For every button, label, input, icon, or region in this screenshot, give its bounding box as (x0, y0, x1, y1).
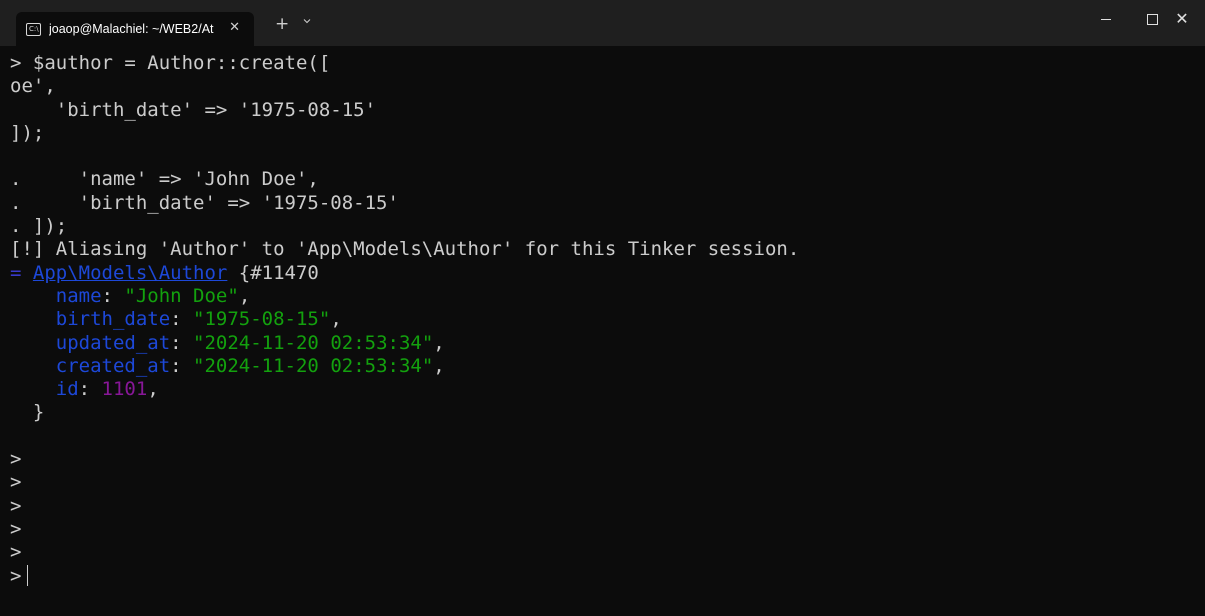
field-value: "2024-11-20 02:53:34" (193, 354, 434, 377)
terminal-line: ]); (10, 121, 45, 144)
result-field: updated_at: "2024-11-20 02:53:34", (55, 331, 445, 354)
prompt-line: > (0, 448, 1205, 471)
terminal-line: . 'name' => 'John Doe', (10, 168, 319, 191)
field-separator: : (170, 331, 194, 354)
field-value: "2024-11-20 02:53:34" (193, 331, 434, 354)
prompt-line: > (0, 541, 1205, 564)
field-separator: : (170, 354, 194, 377)
prompt-line: > (0, 518, 1205, 541)
field-separator: : (170, 308, 194, 331)
terminal-line: [!] Aliasing 'Author' to 'App\Models\Aut… (10, 238, 800, 261)
close-icon[interactable]: ✕ (229, 20, 240, 36)
class-link[interactable]: App\Models\Author (33, 262, 227, 284)
prompt-line: > (0, 471, 1205, 494)
prompt-symbol: > (10, 564, 22, 587)
chevron-down-icon[interactable] (303, 17, 311, 25)
terminal-line: . 'birth_date' => '1975-08-15' (10, 191, 399, 214)
result-header: = App\Models\Author {#11470 (0, 262, 1205, 285)
title-bar: C:\ joaop@Malachiel: ~/WEB2/At ✕ + ✕ (0, 0, 1205, 46)
field-key: created_at (55, 354, 171, 377)
terminal-line: . ]); (10, 215, 68, 238)
field-separator: : (101, 284, 125, 307)
object-id: {#11470 (227, 261, 319, 284)
terminal-line: > $author = Author::create([ (10, 52, 331, 74)
terminal-line: oe', (10, 75, 56, 98)
prompt-symbol: > (10, 541, 22, 564)
field-value: "1975-08-15" (193, 308, 331, 331)
terminal-window: C:\ joaop@Malachiel: ~/WEB2/At ✕ + ✕ > $… (0, 0, 1205, 616)
prompt-symbol: > (10, 517, 22, 540)
result-field: name: "John Doe", (55, 284, 251, 307)
plus-icon[interactable]: + (275, 14, 289, 34)
terminal-icon: C:\ (26, 22, 41, 36)
result-prefix: = (10, 261, 33, 284)
text-cursor (27, 564, 29, 586)
field-value: 1101 (101, 378, 148, 401)
prompt-symbol: > (10, 494, 22, 517)
result-field: id: 1101, (55, 378, 159, 401)
result-field: created_at: "2024-11-20 02:53:34", (55, 354, 445, 377)
prompt-symbol: > (10, 448, 22, 471)
field-key: updated_at (55, 331, 171, 354)
prompt-symbol: > (10, 471, 22, 494)
result-field: birth_date: "1975-08-15", (55, 308, 342, 331)
field-separator: : (78, 378, 102, 401)
close-icon[interactable]: ✕ (1159, 0, 1205, 38)
tab-active[interactable]: C:\ joaop@Malachiel: ~/WEB2/At ✕ (16, 12, 254, 46)
tab-title: joaop@Malachiel: ~/WEB2/At (49, 22, 214, 36)
field-key: id (55, 378, 79, 401)
prompt-line: > (0, 495, 1205, 518)
terminal-line: 'birth_date' => '1975-08-15' (10, 98, 377, 121)
terminal-output[interactable]: > $author = Author::create([oe', 'birth_… (0, 52, 1205, 616)
minimize-icon[interactable] (1083, 0, 1129, 38)
field-value: "John Doe" (124, 284, 239, 307)
prompt-line: > (0, 564, 1205, 588)
field-key: name (55, 284, 102, 307)
result-close: } (10, 401, 45, 424)
field-key: birth_date (55, 308, 171, 331)
